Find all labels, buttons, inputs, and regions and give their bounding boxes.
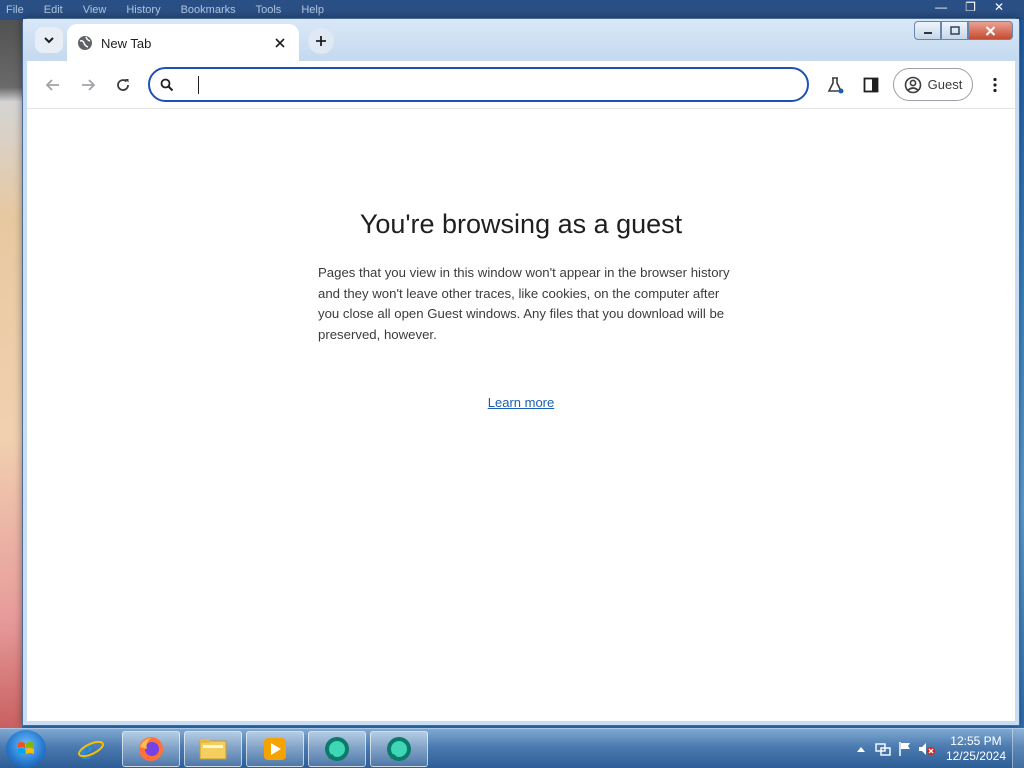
search-icon	[160, 78, 174, 91]
page-content: You're browsing as a guest Pages that yo…	[27, 109, 1015, 721]
bg-menu-tools[interactable]: Tools	[256, 4, 282, 16]
clock-date: 12/25/2024	[945, 749, 1006, 763]
close-icon	[985, 25, 996, 36]
plus-icon	[316, 36, 326, 46]
folder-icon	[199, 739, 227, 760]
profile-label: Guest	[927, 77, 963, 92]
side-panel-icon	[863, 77, 879, 93]
new-tab-button[interactable]	[308, 28, 334, 54]
taskbar: e 12:55 PM 12/25/2024	[0, 728, 1024, 768]
globe-icon	[77, 35, 93, 51]
tab-title: New Tab	[101, 35, 152, 51]
close-button[interactable]	[968, 21, 1013, 40]
chat-bubble-icon	[387, 737, 411, 761]
reload-button[interactable]	[111, 73, 135, 97]
bg-menu-help[interactable]: Help	[301, 4, 324, 16]
media-player-icon	[264, 738, 286, 760]
more-vert-icon	[993, 77, 997, 93]
maximize-button[interactable]	[941, 21, 968, 40]
bg-menu-edit[interactable]: Edit	[44, 4, 63, 16]
browser-window: New Tab Guest You're browsing as a guest…	[22, 18, 1020, 726]
labs-button[interactable]	[823, 73, 847, 97]
show-desktop-button[interactable]	[1012, 729, 1024, 768]
bg-menu-bookmarks[interactable]: Bookmarks	[181, 4, 236, 16]
network-icon[interactable]	[872, 739, 894, 759]
title-bar: New Tab	[23, 19, 1019, 62]
page-title: You're browsing as a guest	[359, 209, 683, 239]
account-circle-icon	[904, 76, 921, 93]
clock-time: 12:55 PM	[950, 734, 1002, 748]
minimize-button[interactable]	[914, 21, 941, 40]
windows-logo-icon	[18, 742, 34, 754]
taskbar-internet-explorer[interactable]: e	[62, 731, 120, 767]
window-controls	[914, 21, 1013, 40]
action-center-flag-icon[interactable]	[894, 739, 916, 759]
start-button[interactable]	[6, 730, 46, 768]
background-menubar: File Edit View History Bookmarks Tools H…	[0, 0, 1024, 20]
bg-menu-view[interactable]: View	[83, 4, 107, 16]
firefox-icon	[139, 737, 163, 761]
tab-search-button[interactable]	[35, 27, 63, 53]
address-input[interactable]	[184, 71, 807, 98]
reload-icon	[117, 79, 129, 91]
chat-bubble-icon	[325, 737, 349, 761]
taskbar-app-2[interactable]	[370, 731, 428, 767]
minimize-icon	[923, 31, 932, 34]
learn-more-link[interactable]: Learn more	[27, 395, 1015, 410]
bg-menu-history[interactable]: History	[126, 4, 160, 16]
taskbar-media-player[interactable]	[246, 731, 304, 767]
background-window	[0, 0, 22, 728]
bg-close-icon[interactable]: ✕	[994, 0, 1004, 14]
guest-description: Pages that you view in this window won't…	[318, 265, 730, 342]
profile-button[interactable]: Guest	[893, 68, 973, 101]
text-cursor	[198, 75, 199, 94]
flask-icon	[827, 77, 844, 94]
address-bar[interactable]	[148, 67, 809, 102]
clock[interactable]: 12:55 PM 12/25/2024	[946, 734, 1006, 764]
arrow-left-icon	[45, 79, 59, 91]
taskbar-app-1[interactable]	[308, 731, 366, 767]
internet-explorer-icon: e	[78, 735, 104, 764]
arrow-right-icon	[82, 79, 96, 91]
side-panel-button[interactable]	[859, 73, 883, 97]
background-window-controls: — ❐ ✕	[935, 0, 1004, 14]
back-button[interactable]	[41, 73, 65, 97]
bg-menu-file[interactable]: File	[6, 4, 24, 16]
taskbar-file-explorer[interactable]	[184, 731, 242, 767]
chevron-down-icon	[44, 37, 54, 44]
tab-new-tab[interactable]: New Tab	[67, 24, 299, 62]
taskbar-firefox[interactable]	[122, 731, 180, 767]
system-tray: 12:55 PM 12/25/2024	[850, 729, 1024, 768]
menu-button[interactable]	[983, 73, 1007, 97]
bg-maximize-icon[interactable]: ❐	[965, 0, 976, 14]
browser-toolbar: Guest	[27, 61, 1015, 109]
show-hidden-icons-button[interactable]	[850, 739, 872, 759]
volume-muted-icon[interactable]	[916, 739, 938, 759]
chevron-up-icon	[856, 747, 865, 752]
forward-button[interactable]	[76, 73, 100, 97]
close-tab-icon[interactable]	[271, 34, 289, 52]
bg-minimize-icon[interactable]: —	[935, 0, 947, 14]
maximize-icon	[949, 26, 960, 35]
